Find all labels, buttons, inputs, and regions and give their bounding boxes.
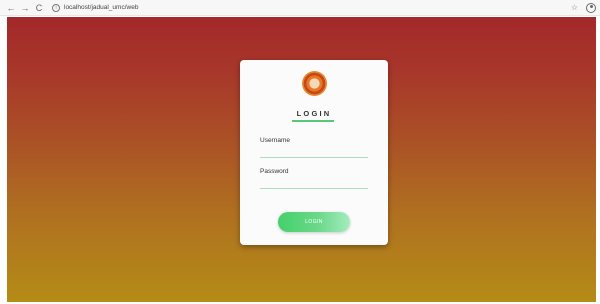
info-icon[interactable]: i xyxy=(52,3,60,12)
browser-toolbar: ← → C i localhost/jadual_umc/web ☆ xyxy=(0,0,600,16)
username-label: Username xyxy=(260,137,290,144)
username-input[interactable] xyxy=(260,146,368,156)
back-arrow-icon[interactable]: ← xyxy=(5,2,17,14)
login-card: LOGIN Username Password LOGIN xyxy=(240,60,388,245)
logo-icon xyxy=(302,71,327,96)
address-bar-url[interactable]: localhost/jadual_umc/web xyxy=(64,4,138,11)
password-underline xyxy=(260,188,368,189)
toolbar-right: ☆ xyxy=(571,2,596,13)
password-input[interactable] xyxy=(260,177,368,187)
title-underline xyxy=(292,120,334,122)
reload-icon[interactable]: C xyxy=(33,2,45,14)
page-background: LOGIN Username Password LOGIN xyxy=(7,17,596,302)
star-icon[interactable]: ☆ xyxy=(571,3,578,12)
password-label: Password xyxy=(260,168,289,175)
username-underline xyxy=(260,157,368,158)
login-button[interactable]: LOGIN xyxy=(278,212,350,232)
account-icon[interactable] xyxy=(586,2,596,13)
login-title: LOGIN xyxy=(296,109,332,118)
forward-arrow-icon[interactable]: → xyxy=(19,2,31,14)
